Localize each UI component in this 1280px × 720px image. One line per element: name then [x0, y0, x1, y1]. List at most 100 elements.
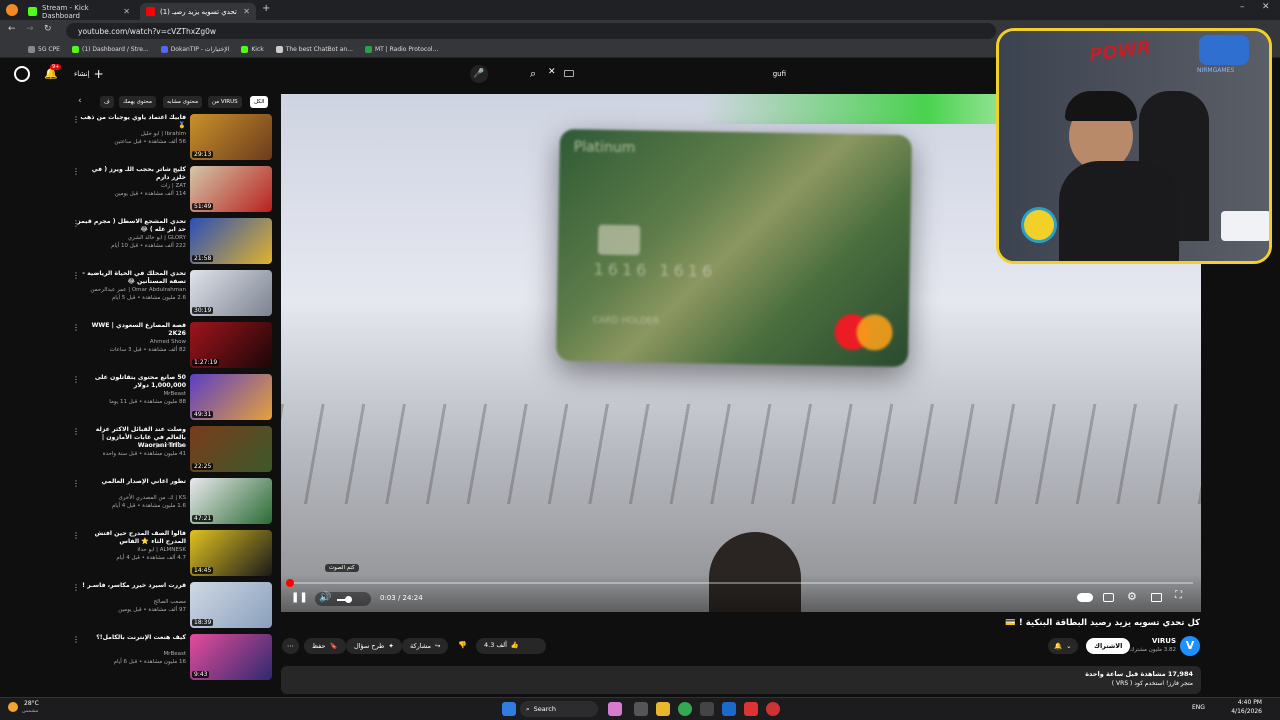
related-video-item[interactable]: ⋮ 30:19 تحدي المحلك في الحياة الرياضية - ت…	[68, 270, 276, 318]
share-button[interactable]: مشاركة ↪	[402, 638, 449, 654]
keyboard-icon[interactable]	[564, 70, 574, 77]
volume-icon[interactable]: 🔊	[319, 592, 331, 603]
related-video-title[interactable]: قصة المصارع السعودي | WWE 2K26	[76, 322, 186, 338]
related-video-title[interactable]: كيف هنعت الإنترنت بالكامل!؟	[76, 634, 186, 642]
theater-icon[interactable]	[1151, 593, 1162, 602]
video-thumbnail[interactable]: 22:25	[190, 426, 272, 472]
chip-from-virus[interactable]: من VIRUS	[208, 96, 242, 108]
related-video-title[interactable]: كليج شاتر بحجب اللـ ويرز ( في خلزر دارم	[76, 166, 186, 182]
steam-icon[interactable]	[722, 702, 736, 716]
clear-icon[interactable]: ✕	[548, 67, 556, 77]
chips-back-icon[interactable]: ‹	[78, 96, 82, 106]
dislike-button[interactable]: 👎	[458, 641, 467, 649]
obs-icon[interactable]	[766, 702, 780, 716]
related-video-title[interactable]: قالوا الصف المدرج حين افتش المدرج الثاء …	[76, 530, 186, 546]
pause-icon[interactable]: ❚❚	[291, 592, 308, 603]
close-icon[interactable]: ✕	[243, 7, 250, 16]
related-video-channel[interactable]: Joe HaTTab	[76, 443, 186, 449]
url-input[interactable]: youtube.com/watch?v=cVZThxZg0w	[66, 23, 996, 39]
app-icon[interactable]	[700, 702, 714, 716]
create-button[interactable]: إنشاء +	[74, 67, 104, 81]
video-thumbnail[interactable]: 18:39	[190, 582, 272, 628]
forward-icon[interactable]: →	[26, 24, 34, 34]
ask-button[interactable]: طرح سؤال ✦	[346, 638, 402, 654]
task-view-icon[interactable]	[634, 702, 648, 716]
video-thumbnail[interactable]: 21:58	[190, 218, 272, 264]
video-thumbnail[interactable]: 30:19	[190, 270, 272, 316]
notifications-button[interactable]: 🔔 ⌄	[1048, 638, 1078, 654]
related-video-item[interactable]: ⋮ 21:58 تحدي المشجع الاسطل ( مجرم قيمز حد …	[68, 218, 276, 266]
related-video-item[interactable]: ⋮ 1:27:19 قصة المصارع السعودي | WWE 2K26 Ah…	[68, 322, 276, 370]
related-video-title[interactable]: 50 صانع محتوى يتقاتلون على 1,000,000 دول…	[76, 374, 186, 390]
language-indicator[interactable]: ENG	[1192, 704, 1205, 711]
subscribe-button[interactable]: الاشتراك	[1086, 638, 1131, 654]
chrome-icon[interactable]	[678, 702, 692, 716]
bookmark-item[interactable]: Kick	[241, 46, 264, 53]
related-video-item[interactable]: ⋮ 29:13 فابيك اعتماد ياوي يوجبات من ذهب 🥇 I…	[68, 114, 276, 162]
settings-icon[interactable]: ⚙	[1127, 590, 1137, 603]
chip-all[interactable]: الكل	[250, 96, 269, 108]
related-video-item[interactable]: ⋮ 49:31 50 صانع محتوى يتقاتلون على 1,000,0…	[68, 374, 276, 422]
scrubber-handle[interactable]	[286, 579, 294, 587]
close-icon[interactable]: ✕	[123, 7, 130, 16]
chip-more[interactable]: ف	[100, 96, 114, 108]
bookmark-item[interactable]: 5G CPE	[28, 46, 60, 53]
bookmark-item[interactable]: The best ChatBot an...	[275, 46, 353, 53]
captions-icon[interactable]	[1103, 593, 1114, 602]
acrobat-icon[interactable]	[744, 702, 758, 716]
related-video-title[interactable]: تطور اغاني الإصدار العالمي	[76, 478, 186, 486]
windows-start-icon[interactable]	[502, 702, 516, 716]
volume-handle[interactable]	[345, 596, 352, 603]
save-button[interactable]: حفظ 🔖	[304, 638, 346, 654]
related-video-title[interactable]: قررت اسيرد خيرر مكاسر، فاسـر !	[76, 582, 186, 590]
related-video-item[interactable]: ⋮ 14:45 قالوا الصف المدرج حين افتش المدرج …	[68, 530, 276, 578]
related-video-title[interactable]: تحدي المحلك في الحياة الرياضية - تصفة ال…	[76, 270, 186, 286]
autoplay-toggle[interactable]	[1077, 593, 1093, 602]
related-video-channel[interactable]: مصعب الصالح	[76, 599, 186, 605]
related-video-channel[interactable]: Ibrahim | ابو خليل	[76, 131, 186, 137]
related-video-title[interactable]: تحدي المشجع الاسطل ( مجرم قيمز حد ابر عل…	[76, 218, 186, 234]
related-video-item[interactable]: ⋮ 22:25 وصلت عند القبائل الاكثر عزلة بالعا…	[68, 426, 276, 474]
video-thumbnail[interactable]: 51:49	[190, 166, 272, 212]
back-icon[interactable]: ←	[8, 24, 16, 34]
app-icon[interactable]	[608, 702, 622, 716]
related-video-channel[interactable]: KS | ك. من المصدري الأخرى	[76, 495, 186, 501]
related-video-item[interactable]: ⋮ 18:39 قررت اسيرد خيرر مكاسر، فاسـر ! مصعب…	[68, 582, 276, 630]
chip-similar[interactable]: محتوى مشابه	[163, 96, 203, 108]
tab-youtube[interactable]: (1) كل تحدي تسويه يزيد رصيـ ✕	[140, 3, 256, 20]
description-box[interactable]: 17,984 مشاهدة قبل ساعة واحدة متجر فارز! …	[281, 666, 1201, 694]
more-actions-button[interactable]: ⋯	[282, 638, 299, 654]
microphone-icon[interactable]: 🎤	[470, 65, 488, 83]
like-button[interactable]: 4.3 ألف 👍	[484, 641, 519, 649]
video-thumbnail[interactable]: 29:13	[190, 114, 272, 160]
new-tab-icon[interactable]: +	[262, 3, 270, 14]
video-thumbnail[interactable]: 47:21	[190, 478, 272, 524]
bookmark-item[interactable]: MT | Radio Protocol...	[364, 46, 438, 53]
progress-bar[interactable]	[289, 582, 1193, 584]
search-input[interactable]: gufi	[773, 70, 786, 78]
related-video-channel[interactable]: Ahmed Show	[76, 339, 186, 345]
related-video-item[interactable]: ⋮ 47:21 تطور اغاني الإصدار العالمي KS | ك. …	[68, 478, 276, 526]
profile-icon[interactable]	[6, 4, 18, 16]
reload-icon[interactable]: ↻	[44, 24, 52, 34]
channel-avatar[interactable]: V	[1180, 636, 1200, 656]
related-video-channel[interactable]: GLORY | ابو خالد الشري	[76, 235, 186, 241]
video-thumbnail[interactable]: 49:31	[190, 374, 272, 420]
minimize-icon[interactable]: –	[1240, 2, 1245, 12]
window-close-icon[interactable]: ✕	[1262, 2, 1270, 12]
file-explorer-icon[interactable]	[656, 702, 670, 716]
related-video-channel[interactable]: MrBeast	[76, 651, 186, 657]
related-video-title[interactable]: فابيك اعتماد ياوي يوجبات من ذهب 🥇	[76, 114, 186, 130]
account-avatar-icon[interactable]	[14, 66, 30, 82]
video-thumbnail[interactable]: 1:27:19	[190, 322, 272, 368]
video-thumbnail[interactable]: 9:43	[190, 634, 272, 680]
bookmark-item[interactable]: DokanTIP - الإختيارات	[160, 46, 229, 53]
related-video-channel[interactable]: MrBeast	[76, 391, 186, 397]
related-video-item[interactable]: ⋮ 9:43 كيف هنعت الإنترنت بالكامل!؟ MrBeast 1…	[68, 634, 276, 682]
video-thumbnail[interactable]: 14:45	[190, 530, 272, 576]
related-video-channel[interactable]: ZAT | زات	[76, 183, 186, 189]
tab-kick-dashboard[interactable]: Stream - Kick Dashboard ✕	[22, 3, 136, 20]
bookmark-item[interactable]: (1) Dashboard / Stre...	[71, 46, 149, 53]
chip-for-you[interactable]: محتوى يهمك	[119, 96, 156, 108]
fullscreen-icon[interactable]: ⛶	[1175, 590, 1182, 601]
